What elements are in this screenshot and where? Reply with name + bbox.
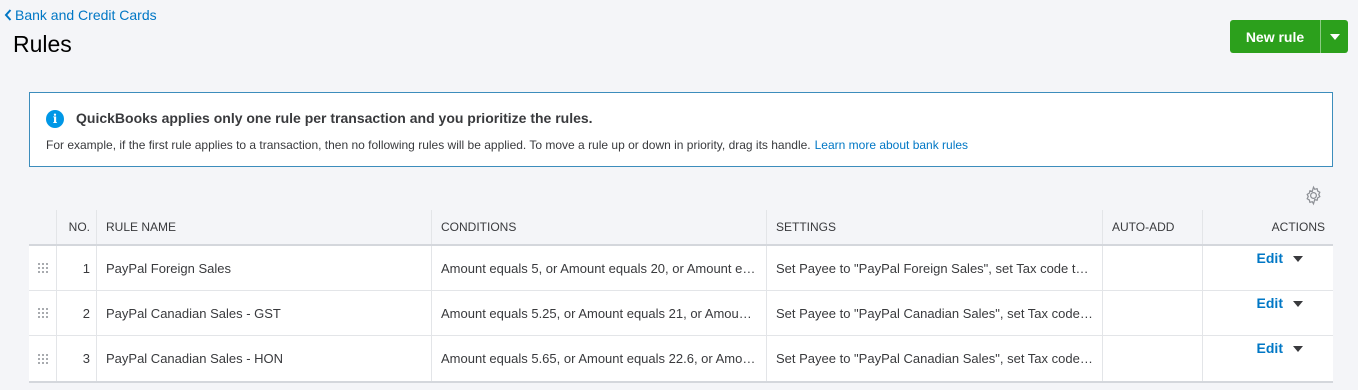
table-row: 1 PayPal Foreign Sales Amount equals 5, … xyxy=(29,246,1333,291)
rule-conditions-text: Amount equals 5.25, or Amount equals 21,… xyxy=(441,305,757,321)
info-banner: i QuickBooks applies only one rule per t… xyxy=(29,92,1333,167)
rule-number: 1 xyxy=(57,246,97,290)
info-body-text: For example, if the first rule applies t… xyxy=(46,138,811,152)
rule-settings: Set Payee to "PayPal Canadian Sales", se… xyxy=(767,336,1103,381)
edit-rule-link[interactable]: Edit xyxy=(1257,250,1283,266)
gear-icon[interactable] xyxy=(1303,185,1324,206)
rule-settings-text: Set Payee to "PayPal Canadian Sales", se… xyxy=(776,351,1093,366)
rule-settings-text: Set Payee to "PayPal Canadian Sales", se… xyxy=(776,305,1093,321)
new-rule-button-group: New rule xyxy=(1230,20,1348,53)
caret-down-icon xyxy=(1329,33,1340,40)
drag-handle-icon xyxy=(37,263,48,273)
rule-number: 2 xyxy=(57,291,97,335)
header-rule-name[interactable]: RULE NAME xyxy=(97,210,432,244)
drag-handle[interactable] xyxy=(29,336,57,381)
rule-name: PayPal Foreign Sales xyxy=(97,246,432,290)
header-auto-add: AUTO-ADD xyxy=(1103,210,1203,244)
info-body: For example, if the first rule applies t… xyxy=(46,138,968,152)
drag-handle-icon xyxy=(37,308,48,318)
learn-more-link[interactable]: Learn more about bank rules xyxy=(815,138,968,152)
rule-actions: Edit xyxy=(1203,336,1333,381)
back-link-label: Bank and Credit Cards xyxy=(15,7,157,23)
rule-auto-add xyxy=(1103,336,1203,381)
caret-down-icon[interactable] xyxy=(1293,346,1303,352)
table-row: 3 PayPal Canadian Sales - HON Amount equ… xyxy=(29,336,1333,381)
rule-settings-text: Set Payee to "PayPal Foreign Sales", set… xyxy=(776,260,1093,276)
back-link[interactable]: Bank and Credit Cards xyxy=(4,7,157,23)
rule-conditions-text: Amount equals 5, or Amount equals 20, or… xyxy=(441,260,757,276)
rule-conditions: Amount equals 5.25, or Amount equals 21,… xyxy=(432,291,767,335)
rules-table: NO. RULE NAME CONDITIONS SETTINGS AUTO-A… xyxy=(29,210,1333,383)
header-conditions: CONDITIONS xyxy=(432,210,767,244)
rule-conditions-text: Amount equals 5.65, or Amount equals 22.… xyxy=(441,351,757,366)
drag-handle[interactable] xyxy=(29,246,57,290)
rule-conditions: Amount equals 5, or Amount equals 20, or… xyxy=(432,246,767,290)
edit-rule-link[interactable]: Edit xyxy=(1257,340,1283,356)
rule-number: 3 xyxy=(57,336,97,381)
rule-auto-add xyxy=(1103,291,1203,335)
rule-actions: Edit xyxy=(1203,291,1333,335)
rule-auto-add xyxy=(1103,246,1203,290)
rule-settings: Set Payee to "PayPal Foreign Sales", set… xyxy=(767,246,1103,290)
info-icon: i xyxy=(46,110,64,128)
header-handle xyxy=(29,210,57,244)
new-rule-menu-button[interactable] xyxy=(1320,20,1348,53)
info-heading: QuickBooks applies only one rule per tra… xyxy=(76,110,593,126)
header-actions: ACTIONS xyxy=(1271,220,1325,234)
rule-actions: Edit xyxy=(1203,246,1333,290)
rule-conditions: Amount equals 5.65, or Amount equals 22.… xyxy=(432,336,767,381)
page-title: Rules xyxy=(13,31,72,57)
table-header: NO. RULE NAME CONDITIONS SETTINGS AUTO-A… xyxy=(29,210,1333,246)
header-settings: SETTINGS xyxy=(767,210,1103,244)
chevron-left-icon xyxy=(4,9,12,21)
caret-down-icon[interactable] xyxy=(1293,256,1303,262)
rule-name: PayPal Canadian Sales - HON xyxy=(97,336,432,381)
caret-down-icon[interactable] xyxy=(1293,301,1303,307)
drag-handle[interactable] xyxy=(29,291,57,335)
table-row: 2 PayPal Canadian Sales - GST Amount equ… xyxy=(29,291,1333,336)
rule-name: PayPal Canadian Sales - GST xyxy=(97,291,432,335)
header-no[interactable]: NO. xyxy=(57,210,97,244)
drag-handle-icon xyxy=(37,353,48,364)
rule-settings: Set Payee to "PayPal Canadian Sales", se… xyxy=(767,291,1103,335)
edit-rule-link[interactable]: Edit xyxy=(1257,295,1283,311)
new-rule-button[interactable]: New rule xyxy=(1230,20,1320,53)
